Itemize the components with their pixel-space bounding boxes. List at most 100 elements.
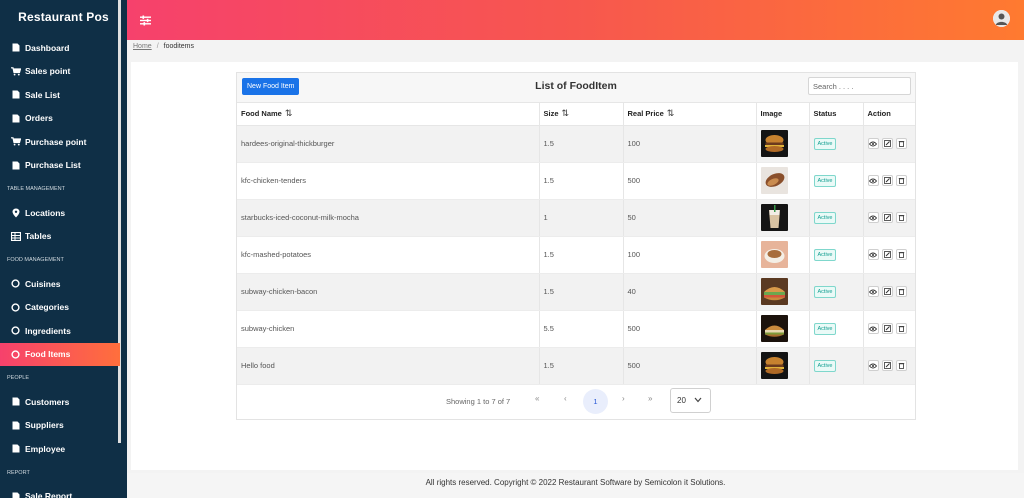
sidebar-item-purchase-list[interactable]: Purchase List [0,154,120,178]
sort-icon[interactable]: ⇅ [285,108,293,118]
status-badge: Active [813,137,837,150]
delete-icon[interactable] [895,322,907,334]
column-header-label: Real Price [627,109,664,119]
per-page-value: 20 [677,396,686,405]
food-image [760,241,809,268]
sidebar-item-cuisines[interactable]: Cuisines [0,272,120,296]
table-row: subway-chicken-bacon 1.5 40 Active [237,273,915,311]
column-header-food-name[interactable]: Food Name ⇅ [237,103,540,126]
new-food-item-button[interactable]: New Food Item [242,78,300,95]
action-cell [863,310,915,348]
delete-icon[interactable] [895,174,907,186]
status-badge: Active [813,174,837,187]
prev-page-button[interactable]: ‹ [564,394,567,403]
view-icon[interactable] [867,212,879,224]
image-cell [756,347,810,385]
card-header: List of FoodItem New Food Item [237,73,915,103]
column-header-status: Status [809,103,864,126]
edit-icon[interactable] [881,322,893,334]
status-badge: Active [813,359,837,372]
food-image [760,278,809,305]
circle-icon [10,278,21,289]
sidebar-item-orders[interactable]: Orders [0,107,120,131]
last-page-button[interactable]: » [648,394,652,403]
sort-icon[interactable]: ⇅ [667,108,675,118]
price-cell: 100 [623,236,757,274]
circle-icon [10,302,21,313]
status-badge: Active [813,211,837,224]
per-page-select[interactable]: 20 [670,388,711,413]
sidebar-item-label: Ingredients [25,325,71,336]
sidebar-item-sale-list[interactable]: Sale List [0,83,120,107]
view-icon[interactable] [867,138,879,150]
food-name-cell: hardees-original-thickburger [237,125,540,163]
column-header-real-price[interactable]: Real Price ⇅ [623,103,757,126]
sidebar-item-locations[interactable]: Locations [0,201,120,225]
food-name-cell: kfc-mashed-potatoes [237,236,540,274]
image-cell [756,273,810,311]
edit-icon[interactable] [881,359,893,371]
sidebar-item-tables[interactable]: Tables [0,225,120,249]
delete-icon[interactable] [895,248,907,260]
table-body: hardees-original-thickburger 1.5 100 Active… [237,125,915,385]
sidebar-item-label: Sale List [25,89,60,100]
table-header-row: Food Name ⇅ Size ⇅ Real Price ⇅ Image Statu… [237,103,915,126]
pin-icon [10,207,21,218]
edit-icon[interactable] [881,174,893,186]
delete-icon[interactable] [895,359,907,371]
sidebar-item-employee[interactable]: Employee [0,437,120,461]
breadcrumb-current: fooditems [163,43,194,50]
food-items-card: List of FoodItem New Food Item Food Name… [236,72,916,420]
delete-icon[interactable] [895,285,907,297]
cart-icon [10,66,21,77]
sidebar-item-label: Suppliers [25,420,64,431]
sidebar-item-purchase-point[interactable]: Purchase point [0,130,120,154]
status-badge: Active [813,285,837,298]
delete-icon[interactable] [895,137,907,149]
breadcrumb-home-link[interactable]: Home [133,43,152,50]
edit-icon[interactable] [881,248,893,260]
sidebar-item-label: Customers [25,396,70,407]
size-cell: 1.5 [539,273,624,311]
cart-icon [10,136,21,147]
sidebar-item-label: Employee [25,443,66,454]
food-name-cell: subway-chicken-bacon [237,273,540,311]
column-header-label: Food Name [241,109,282,119]
edit-icon[interactable] [881,211,893,223]
view-icon[interactable] [867,249,879,261]
column-header-size[interactable]: Size ⇅ [539,103,624,126]
view-icon[interactable] [867,286,879,298]
sort-icon[interactable]: ⇅ [562,108,570,118]
action-cell [863,125,915,163]
delete-icon[interactable] [895,211,907,223]
user-avatar-icon[interactable] [993,10,1010,27]
sidebar-item-dashboard[interactable]: Dashboard [0,36,120,60]
edit-icon[interactable] [881,137,893,149]
pagination-summary: Showing 1 to 7 of 7 [446,397,511,406]
food-items-table: Food Name ⇅ Size ⇅ Real Price ⇅ Image Statu… [237,103,915,385]
edit-icon[interactable] [881,285,893,297]
action-cell [863,273,915,311]
image-cell [756,125,810,163]
sidebar-item-categories[interactable]: Categories [0,296,120,320]
sidebar-item-label: Purchase List [25,160,81,171]
sidebar-item-food-items[interactable]: Food Items [0,342,120,366]
view-icon[interactable] [867,360,879,372]
page-1-button[interactable]: 1 [583,389,608,414]
sidebar-item-suppliers[interactable]: Suppliers [0,414,120,438]
next-page-button[interactable]: › [622,394,625,403]
view-icon[interactable] [867,175,879,187]
first-page-button[interactable]: « [535,394,539,403]
sidebar-item-sales-point[interactable]: Sales point [0,60,120,84]
view-icon[interactable] [867,323,879,335]
column-header-label: Image [760,109,783,119]
sidebar-item-customers[interactable]: Customers [0,390,120,414]
search-input[interactable] [808,77,911,95]
status-badge: Active [813,248,837,261]
doc-icon [10,491,21,498]
price-cell: 500 [623,347,757,385]
status-cell: Active [809,162,864,200]
sidebar-item-sale-report[interactable]: Sale Report [0,485,120,498]
menu-toggle-icon[interactable] [139,14,152,27]
sidebar-item-ingredients[interactable]: Ingredients [0,319,120,343]
